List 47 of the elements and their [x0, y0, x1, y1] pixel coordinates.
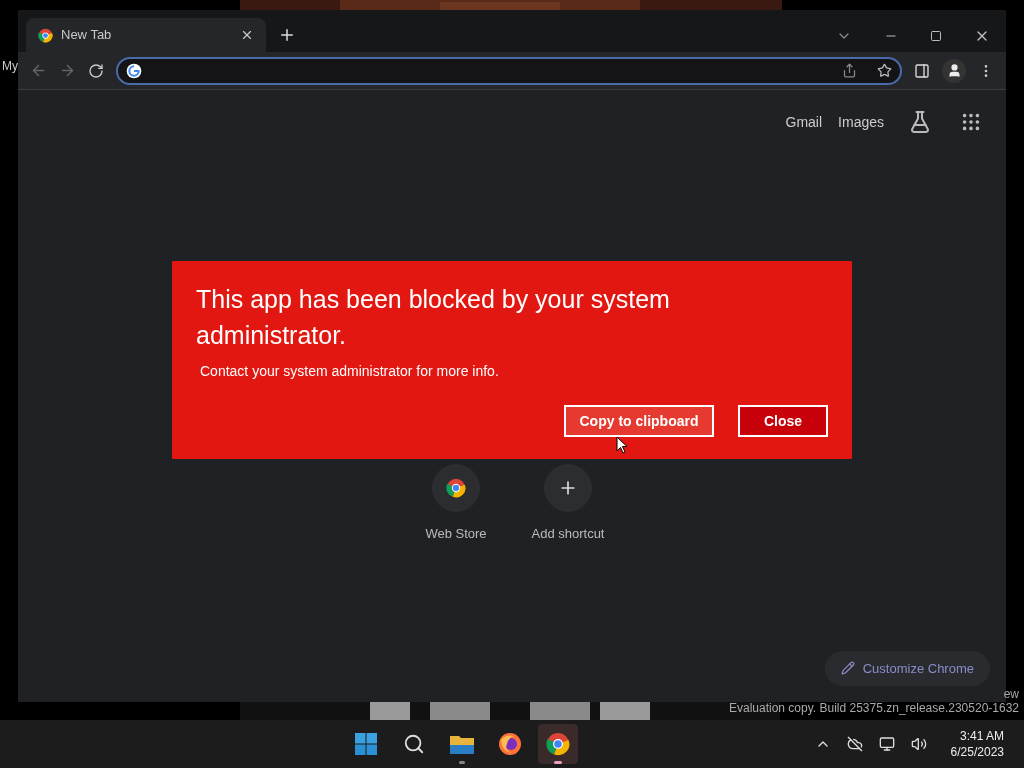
- dialog-title: This app has been blocked by your system administrator.: [196, 284, 671, 351]
- top-link[interactable]: Images: [838, 112, 884, 132]
- chrome-logo-icon: [38, 27, 53, 43]
- browser-tab[interactable]: New Tab: [26, 18, 266, 52]
- running-indicator: [459, 761, 466, 764]
- folder-icon: [449, 733, 476, 755]
- dialog-button[interactable]: Copy to clipboard: [564, 405, 714, 437]
- reload-icon[interactable]: [88, 62, 104, 79]
- tab-title: New Tab: [61, 26, 113, 45]
- mouse-cursor-icon: [616, 436, 628, 454]
- watermark-text: ew: [1003, 686, 1019, 702]
- cloud-off-icon[interactable]: [846, 736, 863, 752]
- shortcut-tile[interactable]: Add shortcut: [524, 464, 612, 544]
- address-field[interactable]: [116, 56, 902, 85]
- store-icon: [446, 478, 466, 498]
- search-icon: [403, 733, 426, 755]
- dialog-message: Contact your system administrator for more info.: [199, 362, 500, 381]
- forward-icon[interactable]: [59, 62, 76, 79]
- side-panel-icon[interactable]: [914, 62, 930, 79]
- top-link[interactable]: Gmail: [785, 112, 823, 132]
- maximize-icon[interactable]: [930, 30, 942, 42]
- google-g-icon: [126, 62, 142, 79]
- apps-grid-icon[interactable]: [960, 111, 982, 133]
- fox-globe-icon: [498, 732, 523, 756]
- star-icon[interactable]: [877, 63, 892, 78]
- clock-date[interactable]: 6/25/2023: [950, 744, 1004, 760]
- clock-time[interactable]: 3:41 AM: [959, 728, 1004, 744]
- taskbar-app[interactable]: [538, 724, 579, 764]
- shortcut-label: Web Store: [425, 525, 487, 543]
- share-icon[interactable]: [842, 63, 857, 78]
- shortcut-tile[interactable]: Web Store: [412, 464, 500, 544]
- chrome-logo-icon: [546, 732, 571, 756]
- network-icon[interactable]: [878, 736, 895, 752]
- customize-button[interactable]: Customize Chrome: [824, 650, 990, 686]
- dialog-button[interactable]: Close: [738, 405, 828, 437]
- windows-logo-icon: [354, 732, 379, 756]
- new-tab-icon[interactable]: [278, 26, 296, 44]
- pencil-icon: [840, 661, 855, 676]
- volume-icon[interactable]: [910, 736, 927, 752]
- running-indicator: [554, 761, 563, 764]
- shortcut-label: Add shortcut: [531, 525, 605, 543]
- close-icon[interactable]: [240, 28, 254, 42]
- profile-avatar[interactable]: [942, 58, 966, 83]
- watermark-text: Evaluation copy. Build 25375.zn_release.230520-1632: [729, 700, 1019, 716]
- desktop-icon-label: My: [2, 58, 18, 74]
- flask-icon[interactable]: [908, 110, 932, 134]
- back-icon[interactable]: [30, 62, 47, 79]
